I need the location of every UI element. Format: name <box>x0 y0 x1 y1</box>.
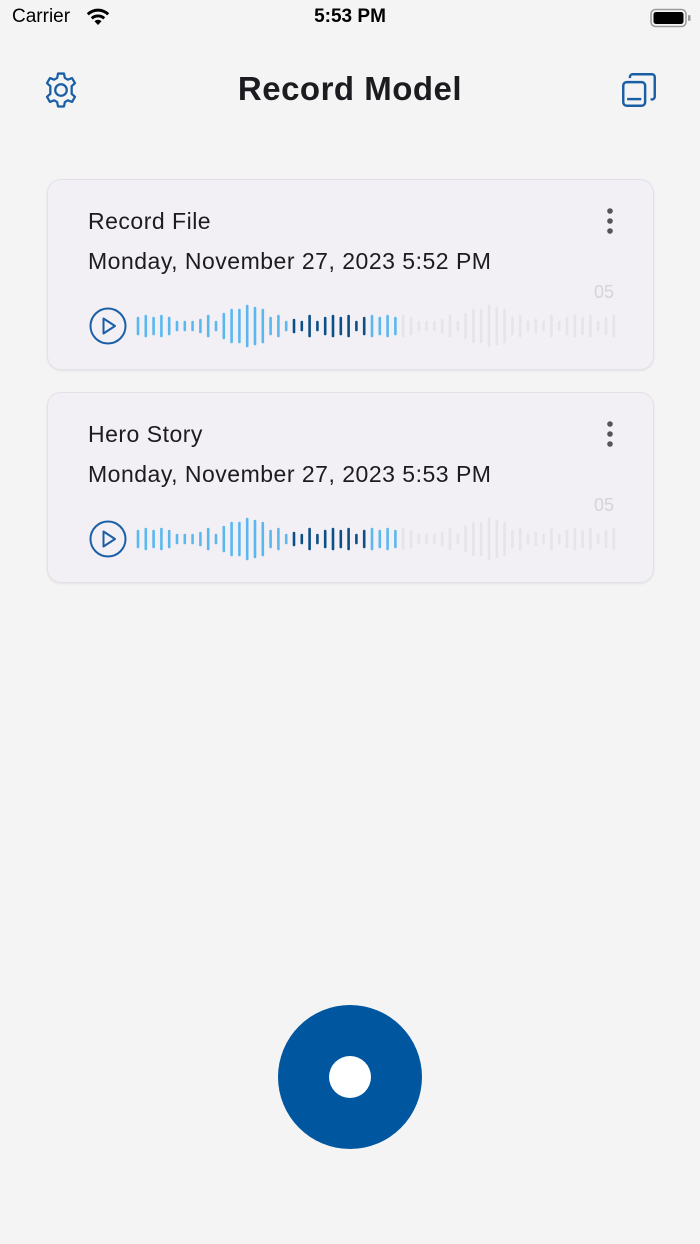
audio-waveform[interactable] <box>136 304 616 348</box>
copy-icon <box>622 73 656 107</box>
app-bar: Record Model <box>0 60 700 120</box>
battery-icon <box>650 8 691 28</box>
recording-date: Monday, November 27, 2023 5:52 PM <box>88 248 492 274</box>
copy-button[interactable] <box>618 69 660 111</box>
more-options-button[interactable] <box>600 206 620 236</box>
recording-card[interactable]: Record File Monday, November 27, 2023 5:… <box>47 179 654 370</box>
play-button[interactable] <box>88 306 128 346</box>
more-options-button[interactable] <box>600 419 620 449</box>
record-icon <box>329 1056 371 1098</box>
recording-duration: 05 <box>593 495 614 515</box>
more-vertical-icon <box>607 208 613 234</box>
status-bar: Carrier 5:53 PM <box>0 0 700 40</box>
audio-waveform[interactable] <box>136 517 616 561</box>
recording-card[interactable]: Hero Story Monday, November 27, 2023 5:5… <box>47 392 654 583</box>
recording-duration: 05 <box>593 282 614 302</box>
more-vertical-icon <box>607 421 613 447</box>
status-time: 5:53 PM <box>314 6 386 27</box>
record-button[interactable] <box>278 1005 422 1149</box>
recording-title: Hero Story <box>88 421 203 447</box>
page-title: Record Model <box>237 70 463 107</box>
play-icon <box>89 307 127 345</box>
recording-title: Record File <box>88 208 212 234</box>
recording-date: Monday, November 27, 2023 5:53 PM <box>88 461 492 487</box>
play-icon <box>89 520 127 558</box>
play-button[interactable] <box>88 519 128 559</box>
